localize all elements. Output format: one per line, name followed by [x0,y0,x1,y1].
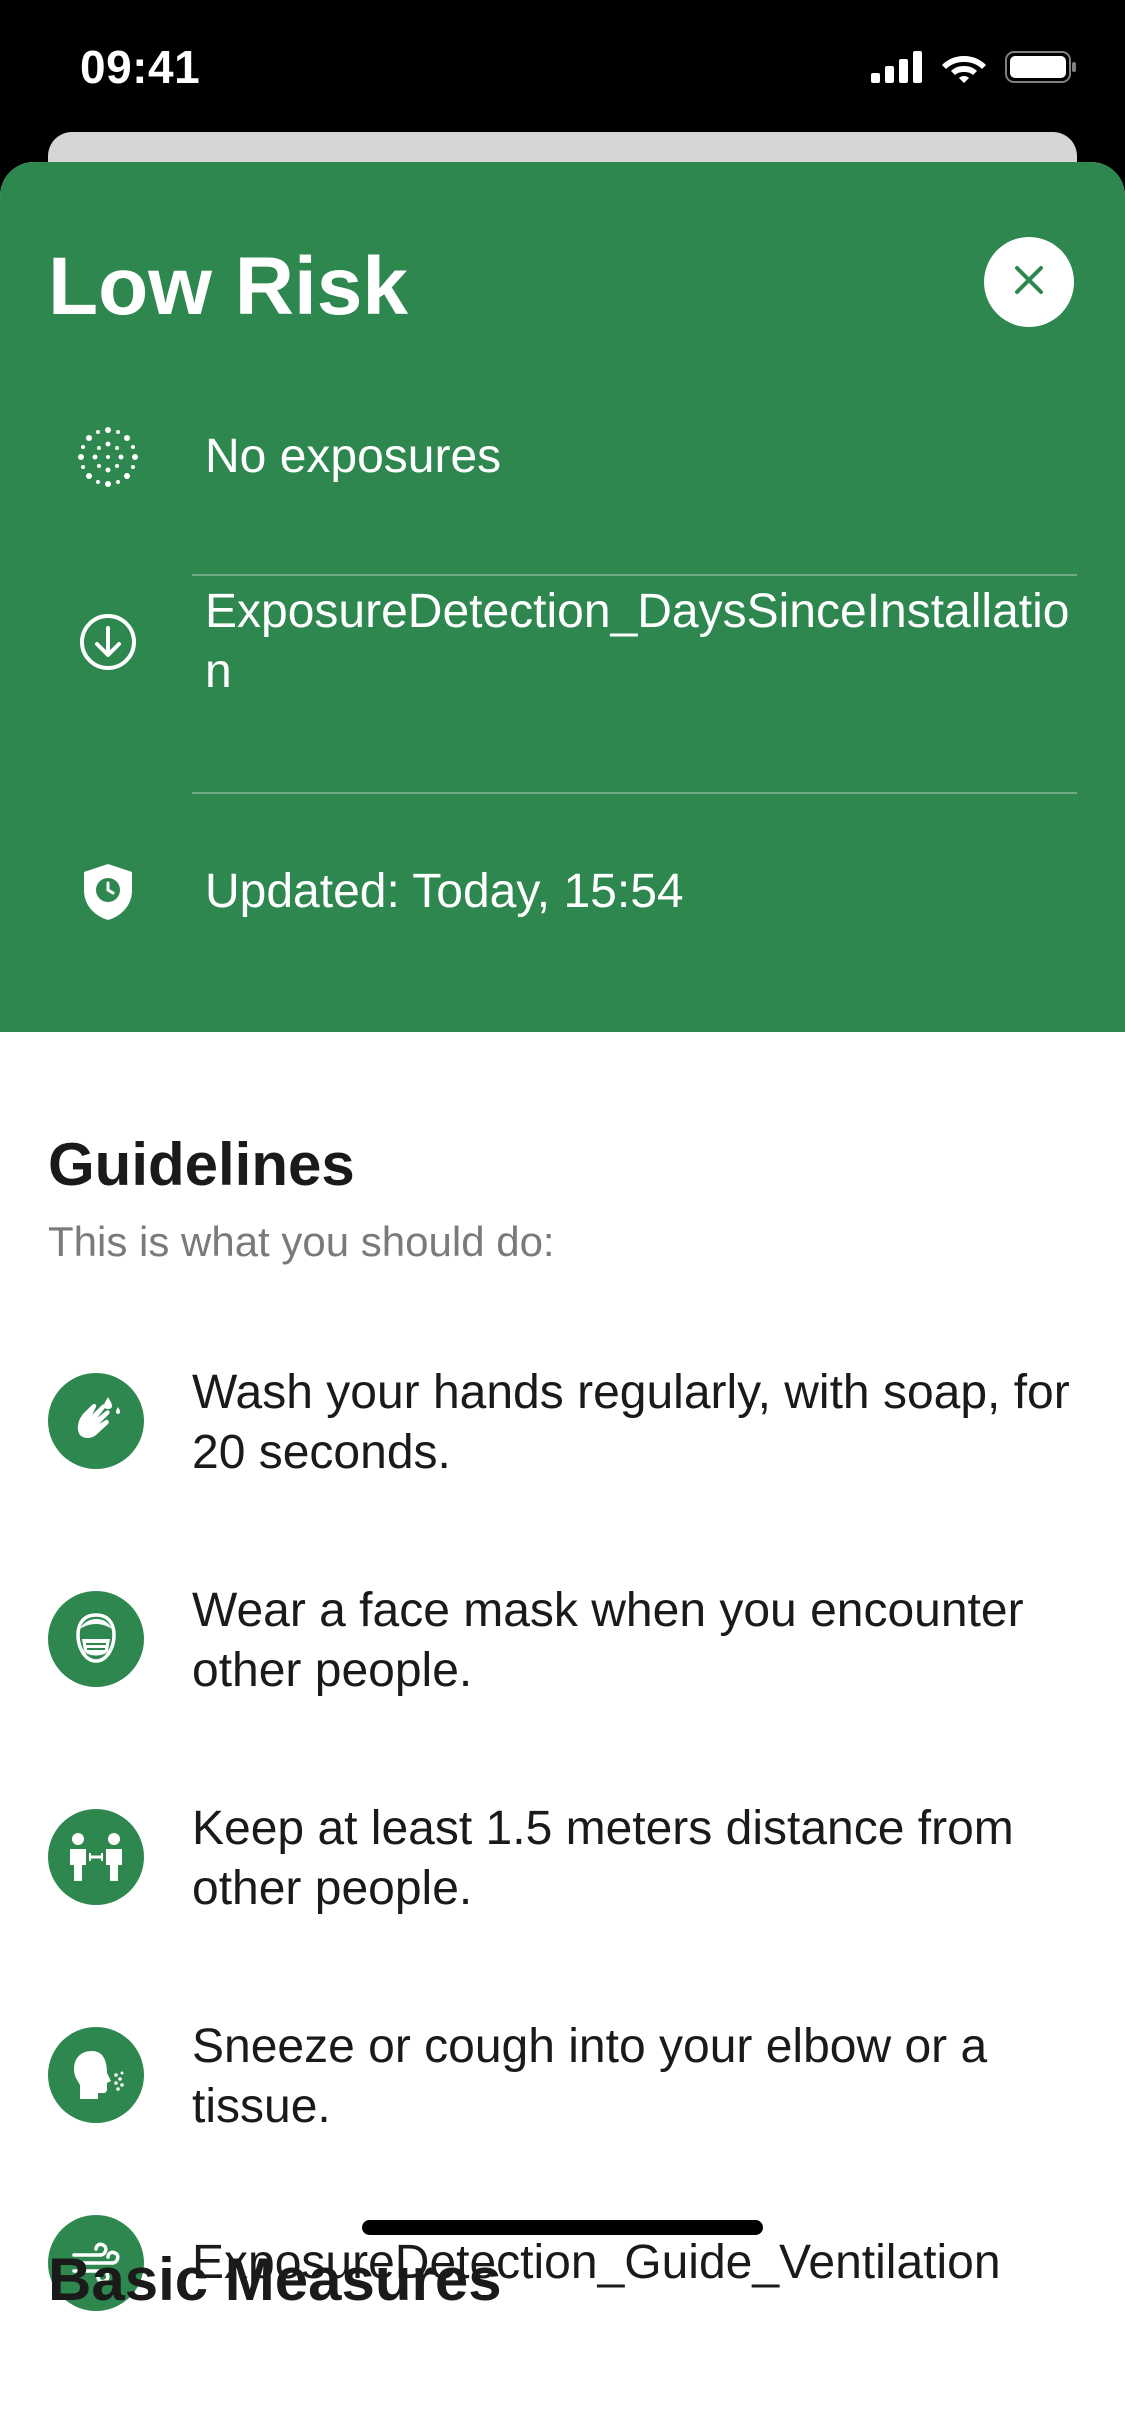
guideline-text: Sneeze or cough into your elbow or a tis… [192,2020,988,2133]
close-button[interactable] [984,237,1074,327]
updated-text: Updated: Today, 15:54 [205,865,684,918]
download-circle-icon [78,612,138,672]
exposures-dots-icon [78,427,138,487]
status-icons [871,50,1077,89]
hand-wash-icon [48,1373,144,1469]
status-time: 09:41 [80,41,201,93]
distance-icon [48,1809,144,1905]
sneeze-icon [48,2027,144,2123]
divider [192,574,1077,576]
battery-icon [1005,50,1077,89]
days-since-installation-text: ExposureDetection_DaysSinceInstallation [205,585,1070,698]
guideline-text: Wash your hands regularly, with soap, fo… [192,1366,1070,1479]
wifi-icon [941,50,987,89]
shield-clock-icon [78,862,138,922]
guidelines-title: Guidelines [48,1131,355,1198]
page-title: Low Risk [48,241,408,332]
basic-measures-title: Basic Measures [48,2246,502,2313]
exposures-text: No exposures [205,430,502,483]
divider [192,792,1077,794]
face-mask-icon [48,1591,144,1687]
signal-icon [871,51,923,88]
guideline-text: Wear a face mask when you encounter othe… [192,1584,1024,1697]
home-indicator[interactable] [362,2220,763,2235]
guidelines-subtitle: This is what you should do: [48,1218,555,1265]
guideline-text: Keep at least 1.5 meters distance from o… [192,1802,1014,1915]
risk-header: Low Risk No exposures ExposureDetection_… [0,162,1125,1032]
close-icon [1011,262,1047,303]
status-bar: 09:41 [0,0,1125,135]
